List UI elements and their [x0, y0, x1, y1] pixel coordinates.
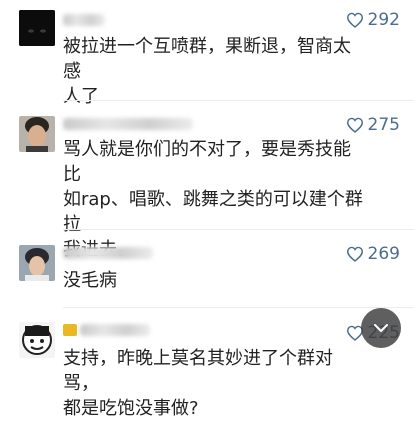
username-blurred[interactable]	[80, 324, 150, 336]
badge-icon	[63, 324, 77, 336]
divider	[63, 229, 414, 230]
like-count: 292	[367, 10, 400, 30]
like-count: 269	[367, 244, 400, 264]
chevron-down-icon	[374, 324, 388, 332]
divider	[63, 100, 414, 101]
avatar[interactable]	[19, 10, 55, 46]
avatar[interactable]	[19, 322, 55, 358]
comment-text: 被拉进一个互喷群，果断退，智商太感 人了	[63, 36, 351, 107]
comment-text: 骂人就是你们的不对了，要是秀技能比 如rap、唱歌、跳舞之类的可以建个群拉 我进…	[63, 139, 363, 260]
heart-outline-icon	[346, 12, 363, 28]
heart-outline-icon	[346, 246, 363, 262]
like-button[interactable]: 275	[346, 113, 400, 137]
like-button[interactable]: 269	[346, 242, 400, 266]
comment-text: 没毛病	[63, 270, 117, 291]
comment-text: 支持，昨晚上莫名其妙进了个群对骂， 都是吃饱没事做?	[63, 348, 333, 419]
heart-outline-icon	[346, 117, 363, 133]
like-count: 275	[367, 115, 400, 135]
divider	[63, 307, 414, 308]
scroll-overlay-button[interactable]	[361, 308, 401, 348]
avatar[interactable]	[19, 116, 55, 152]
username-blurred[interactable]	[63, 118, 193, 130]
username-blurred[interactable]	[63, 247, 153, 259]
like-button[interactable]: 292	[346, 8, 400, 32]
avatar[interactable]	[19, 245, 55, 281]
username-blurred[interactable]	[63, 14, 105, 26]
